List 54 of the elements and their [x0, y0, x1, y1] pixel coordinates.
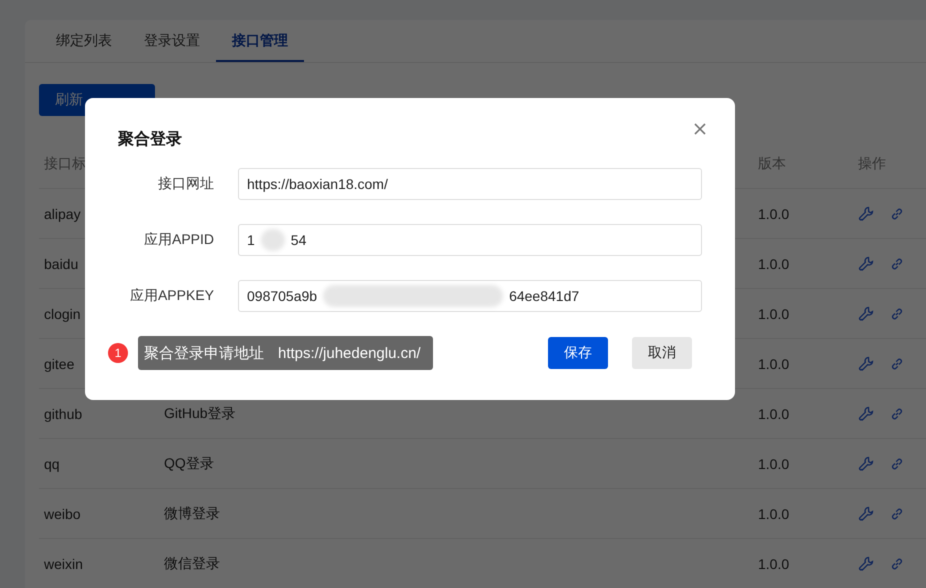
tab[interactable]: 登录设置	[128, 20, 216, 62]
table-cell-text: baidu	[44, 256, 80, 272]
tooltip-text: 聚合登录申请地址	[144, 344, 264, 362]
wrench-icon[interactable]	[858, 556, 874, 572]
link-icon[interactable]	[890, 406, 904, 420]
table-cell-text: 1.0.0	[758, 506, 790, 522]
table-cell-text: weibo	[44, 506, 82, 522]
save-button[interactable]: 保存	[548, 337, 608, 369]
table-cell-text: github	[44, 406, 84, 422]
column-header: 接口标	[44, 155, 87, 173]
table-cell-text: alipay	[44, 206, 82, 222]
tooltip-link[interactable]: https://juhedenglu.cn/	[278, 344, 421, 362]
field-label: 应用APPKEY	[128, 287, 214, 305]
dialog-title: 聚合登录	[118, 130, 183, 150]
table-cell-text: weixin	[44, 556, 84, 572]
wrench-icon[interactable]	[858, 256, 874, 272]
field-label: 接口网址	[157, 175, 214, 193]
table-cell-text: GitHub登录	[164, 404, 237, 422]
table-cell-text: qq	[44, 456, 61, 472]
column-header: 操作	[858, 155, 887, 173]
table-cell-text: clogin	[44, 306, 82, 322]
table-cell-text: 1.0.0	[758, 556, 790, 572]
table-cell-text: 1.0.0	[758, 306, 790, 322]
number-badge: 1	[108, 343, 128, 363]
link-icon[interactable]	[890, 206, 904, 220]
table-cell-text: 微信登录	[164, 554, 221, 572]
close-icon[interactable]	[693, 122, 707, 136]
wrench-icon[interactable]	[858, 206, 874, 222]
input-field[interactable]: 098705a9b 64ee841d7	[238, 280, 702, 312]
wrench-icon[interactable]	[858, 406, 874, 422]
table-cell-text: 微博登录	[164, 504, 221, 522]
table-cell-text: gitee	[44, 356, 76, 372]
wrench-icon[interactable]	[858, 306, 874, 322]
wrench-icon[interactable]	[858, 356, 874, 372]
tab[interactable]: 绑定列表	[40, 20, 128, 62]
link-icon[interactable]	[890, 556, 904, 570]
link-icon[interactable]	[890, 356, 904, 370]
input-field[interactable]: https://baoxian18.com/	[238, 168, 702, 200]
table-cell-text: 1.0.0	[758, 406, 790, 422]
link-icon[interactable]	[890, 506, 904, 520]
wrench-icon[interactable]	[858, 456, 874, 472]
link-icon[interactable]	[890, 256, 904, 270]
table-cell-text: 1.0.0	[758, 256, 790, 272]
link-icon[interactable]	[890, 456, 904, 470]
table-cell-text: 1.0.0	[758, 456, 790, 472]
wrench-icon[interactable]	[858, 506, 874, 522]
field-label: 应用APPID	[142, 231, 214, 249]
table-cell-text: 1.0.0	[758, 206, 790, 222]
column-header: 版本	[758, 155, 787, 173]
table-cell-text: 1.0.0	[758, 356, 790, 372]
link-icon[interactable]	[890, 306, 904, 320]
cancel-button[interactable]: 取消	[632, 337, 692, 369]
input-field[interactable]: 1 54	[238, 224, 702, 256]
table-cell-text: QQ登录	[164, 454, 215, 472]
